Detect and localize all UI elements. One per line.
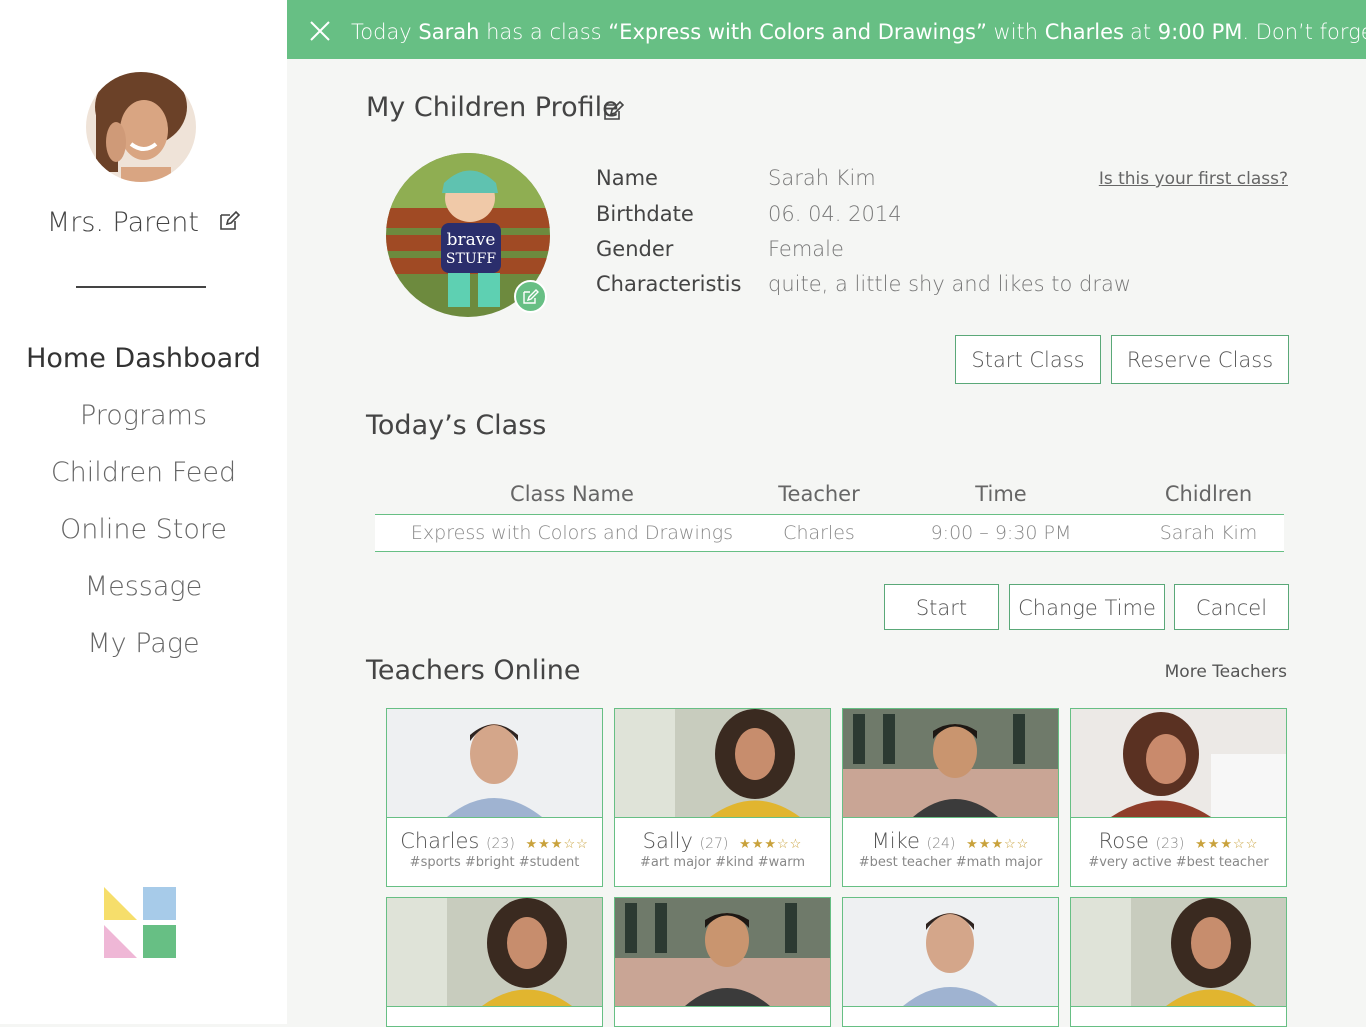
cell-children: Sarah Kim [1133,514,1284,552]
teacher-card-mike[interactable]: Mike (24) ★★★☆☆ #best teacher #math majo… [842,708,1059,887]
parent-avatar-image [86,72,196,182]
column-header-teacher: Teacher [769,474,869,515]
teacher-age: (23) [1155,836,1185,852]
teacher-photo [615,898,830,1007]
start-button[interactable]: Start [884,584,999,630]
teacher-tags: #sports #bright #student [409,855,580,870]
start-class-button[interactable]: Start Class [955,335,1101,384]
teacher-photo [387,898,602,1007]
star-rating-icon: ★★★☆☆ [966,837,1030,852]
teacher-age: (24) [926,836,956,852]
teacher-card[interactable] [614,897,831,1027]
nav-message[interactable]: Message [0,566,287,623]
teacher-photo [843,898,1058,1007]
svg-text:brave: brave [447,230,496,250]
change-time-button[interactable]: Change Time [1009,584,1165,630]
teacher-card[interactable] [386,897,603,1027]
cell-class-name: Express with Colors and Drawings [375,514,769,552]
teacher-name: Charles [400,829,480,853]
teacher-tags: #very active #best teacher [1088,855,1269,870]
edit-profile-icon[interactable] [218,210,241,236]
pencil-icon [523,289,539,304]
parent-avatar[interactable] [86,72,196,182]
banner-time: 9:00 PM [1157,20,1243,44]
nav-home-dashboard[interactable]: Home Dashboard [0,338,287,395]
banner-teacher-name: Charles [1044,20,1124,44]
sidebar-nav: Home Dashboard Programs Children Feed On… [0,338,287,680]
parent-name: Mrs. Parent [46,207,199,238]
cancel-button[interactable]: Cancel [1174,584,1289,630]
todays-class-title: Today’s Class [366,410,547,441]
teacher-age: (23) [486,836,515,852]
banner-message: Today Sarah has a class “Express with Co… [351,0,1366,64]
banner-text: has a class [486,20,602,44]
teacher-name-row: Charles (23) ★★★☆☆ [387,829,602,853]
column-header-children: Chidlren [1133,474,1284,515]
banner-text: . Don’t forget! [1242,20,1366,44]
table-row[interactable]: Express with Colors and Drawings Charles… [375,514,1284,552]
star-rating-icon: ★★★☆☆ [739,837,803,852]
teachers-online-title: Teachers Online [366,655,581,686]
teacher-card[interactable] [1070,897,1287,1027]
banner-text: at [1129,20,1152,44]
column-header-class-name: Class Name [375,474,769,515]
field-value-name: Sarah Kim [768,166,876,190]
banner-child-name: Sarah [418,20,480,44]
reserve-class-button[interactable]: Reserve Class [1111,335,1289,384]
star-rating-icon: ★★★☆☆ [1195,837,1259,852]
edit-photo-button[interactable] [514,280,547,313]
teacher-card-charles[interactable]: Charles (23) ★★★☆☆ #sports #bright #stud… [386,708,603,887]
svg-text:STUFF: STUFF [446,251,496,267]
notification-banner: Today Sarah has a class “Express with Co… [287,0,1366,59]
nav-online-store[interactable]: Online Store [0,509,287,566]
teacher-name: Mike [871,829,920,853]
parent-name-row: Mrs. Parent [0,207,287,238]
todays-class-table: Class Name Teacher Time Chidlren Express… [375,474,1284,552]
close-icon[interactable] [309,20,331,42]
teacher-photo [843,709,1058,818]
teacher-photo [1071,709,1286,818]
teacher-card-rose[interactable]: Rose (23) ★★★☆☆ #very active #best teach… [1070,708,1287,887]
teacher-photo [1071,898,1286,1007]
app-logo [104,887,176,958]
teacher-tags: #art major #kind #warm [639,855,806,870]
field-value-birthdate: 06. 04. 2014 [768,202,902,226]
field-label-gender: Gender [596,237,674,261]
sidebar-divider [76,286,206,288]
cell-time: 9:00 – 9:30 PM [869,514,1133,552]
first-class-link[interactable]: Is this your first class? [1099,169,1288,189]
edit-child-profile-icon[interactable] [602,100,625,126]
field-value-characteristics: quite, a little shy and likes to draw [768,272,1132,296]
teacher-tags: #best teacher #math major [858,855,1043,870]
teacher-photo [615,709,830,818]
field-label-birthdate: Birthdate [596,202,694,226]
teacher-age: (27) [699,836,729,852]
banner-text: with [993,20,1039,44]
teacher-name: Rose [1098,829,1149,853]
cell-teacher: Charles [769,514,869,552]
nav-children-feed[interactable]: Children Feed [0,452,287,509]
teacher-name-row: Rose (23) ★★★☆☆ [1071,829,1286,853]
sidebar: Mrs. Parent Home Dashboard Programs Chil… [0,0,287,1024]
banner-text: Today [351,20,412,44]
banner-class-name: “Express with Colors and Drawings” [608,20,987,44]
teacher-name: Sally [642,829,693,853]
teacher-card[interactable] [842,897,1059,1027]
more-teachers-link[interactable]: More Teachers [1165,662,1287,682]
field-label-name: Name [596,166,658,190]
teacher-card-sally[interactable]: Sally (27) ★★★☆☆ #art major #kind #warm [614,708,831,887]
teacher-photo [387,709,602,818]
table-header-row: Class Name Teacher Time Chidlren [375,474,1284,515]
nav-my-page[interactable]: My Page [0,623,287,680]
teacher-name-row: Sally (27) ★★★☆☆ [615,829,830,853]
column-header-time: Time [869,474,1133,515]
field-label-characteristics: Characteristis [596,272,742,296]
field-value-gender: Female [768,237,844,261]
star-rating-icon: ★★★☆☆ [525,837,589,852]
nav-programs[interactable]: Programs [0,395,287,452]
teacher-name-row: Mike (24) ★★★☆☆ [843,829,1058,853]
profile-title: My Children Profile [366,92,619,123]
